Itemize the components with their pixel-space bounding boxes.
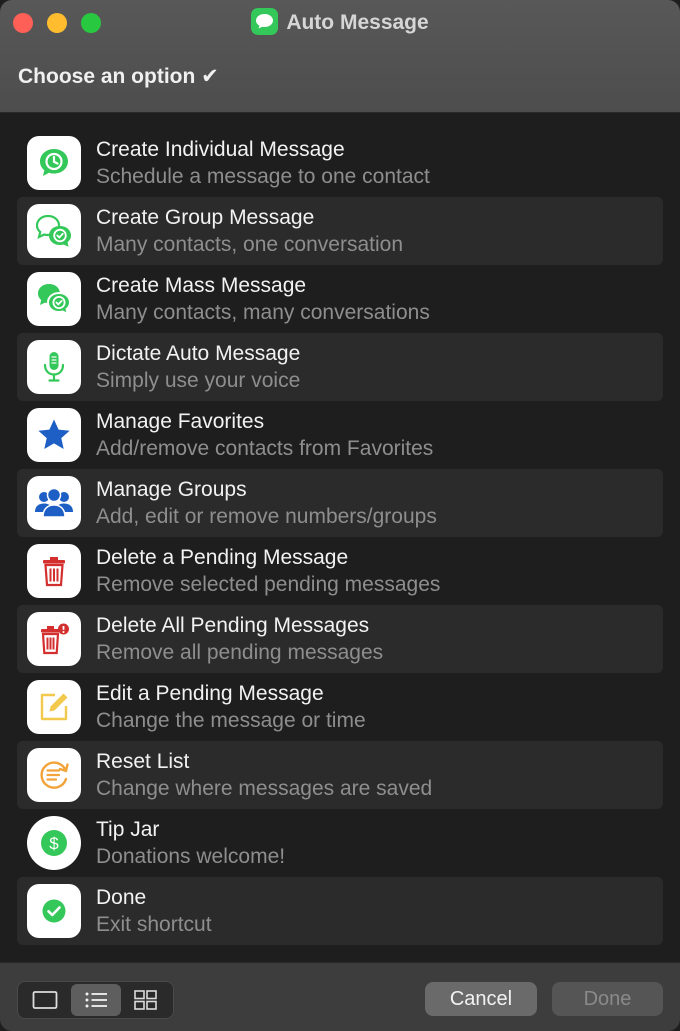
option-manage-favorites[interactable]: Manage Favorites Add/remove contacts fro… (17, 401, 663, 469)
single-view-button[interactable] (20, 984, 70, 1016)
option-title: Delete a Pending Message (96, 546, 349, 569)
option-subtitle: Add/remove contacts from Favorites (96, 437, 434, 460)
option-subtitle: Donations welcome! (96, 845, 286, 868)
title-bar: Auto Message Choose an option ✔ (0, 0, 680, 113)
cancel-button[interactable]: Cancel (425, 982, 537, 1016)
option-create-individual-message[interactable]: Create Individual Message Schedule a mes… (17, 129, 663, 197)
option-edit-pending-message[interactable]: Edit a Pending Message Change the messag… (17, 673, 663, 741)
svg-text:$: $ (49, 834, 59, 853)
star-icon (27, 408, 81, 462)
option-title: Delete All Pending Messages (96, 614, 370, 637)
grid-view-button[interactable] (121, 984, 171, 1016)
option-title: Reset List (96, 750, 190, 773)
done-button[interactable]: Done (552, 982, 663, 1016)
option-subtitle: Change where messages are saved (96, 777, 433, 800)
option-subtitle: Many contacts, one conversation (96, 233, 404, 256)
option-title: Tip Jar (96, 818, 160, 841)
clock-bubble-icon (27, 136, 81, 190)
option-subtitle: Remove selected pending messages (96, 573, 441, 596)
auto-message-window: Auto Message Choose an option ✔ Create I… (0, 0, 680, 1031)
option-reset-list[interactable]: Reset List Change where messages are sav… (17, 741, 663, 809)
dialog-footer: Cancel Done (0, 962, 680, 1031)
option-subtitle: Remove all pending messages (96, 641, 384, 664)
option-create-group-message[interactable]: Create Group Message Many contacts, one … (17, 197, 663, 265)
option-title: Create Individual Message (96, 138, 345, 161)
option-title: Done (96, 886, 147, 909)
option-subtitle: Change the message or time (96, 709, 366, 732)
option-title: Create Group Message (96, 206, 315, 229)
view-mode-toggle (17, 981, 174, 1019)
options-list: Create Individual Message Schedule a mes… (17, 129, 663, 945)
option-title: Manage Favorites (96, 410, 265, 433)
microphone-icon (27, 340, 81, 394)
option-subtitle: Many contacts, many conversations (96, 301, 430, 324)
checkmark-icon (27, 884, 81, 938)
mass-bubble-icon (27, 272, 81, 326)
option-create-mass-message[interactable]: Create Mass Message Many contacts, many … (17, 265, 663, 333)
option-title: Dictate Auto Message (96, 342, 301, 365)
window-title-label: Auto Message (286, 11, 429, 34)
people-icon (27, 476, 81, 530)
list-view-icon (85, 992, 107, 1008)
trash-all-icon (27, 612, 81, 666)
single-view-icon (32, 991, 58, 1009)
option-dictate-auto-message[interactable]: Dictate Auto Message Simply use your voi… (17, 333, 663, 401)
option-title: Edit a Pending Message (96, 682, 324, 705)
option-title: Manage Groups (96, 478, 247, 501)
edit-icon (27, 680, 81, 734)
option-manage-groups[interactable]: Manage Groups Add, edit or remove number… (17, 469, 663, 537)
option-tip-jar[interactable]: $ Tip Jar Donations welcome! (17, 809, 663, 877)
grid-view-icon (134, 990, 157, 1010)
option-delete-pending-message[interactable]: Delete a Pending Message Remove selected… (17, 537, 663, 605)
window-title: Auto Message (0, 8, 680, 38)
option-subtitle: Add, edit or remove numbers/groups (96, 505, 437, 528)
trash-icon (27, 544, 81, 598)
option-subtitle: Simply use your voice (96, 369, 301, 392)
option-title: Create Mass Message (96, 274, 307, 297)
dollar-icon: $ (27, 816, 81, 870)
option-subtitle: Exit shortcut (96, 913, 212, 936)
group-bubble-icon (27, 204, 81, 258)
list-view-button[interactable] (71, 984, 121, 1016)
option-done[interactable]: Done Exit shortcut (17, 877, 663, 945)
messages-app-icon (251, 8, 279, 35)
option-delete-all-pending-messages[interactable]: Delete All Pending Messages Remove all p… (17, 605, 663, 673)
reset-list-icon (27, 748, 81, 802)
option-subtitle: Schedule a message to one contact (96, 165, 430, 188)
choose-option-prompt: Choose an option ✔ (18, 65, 219, 88)
